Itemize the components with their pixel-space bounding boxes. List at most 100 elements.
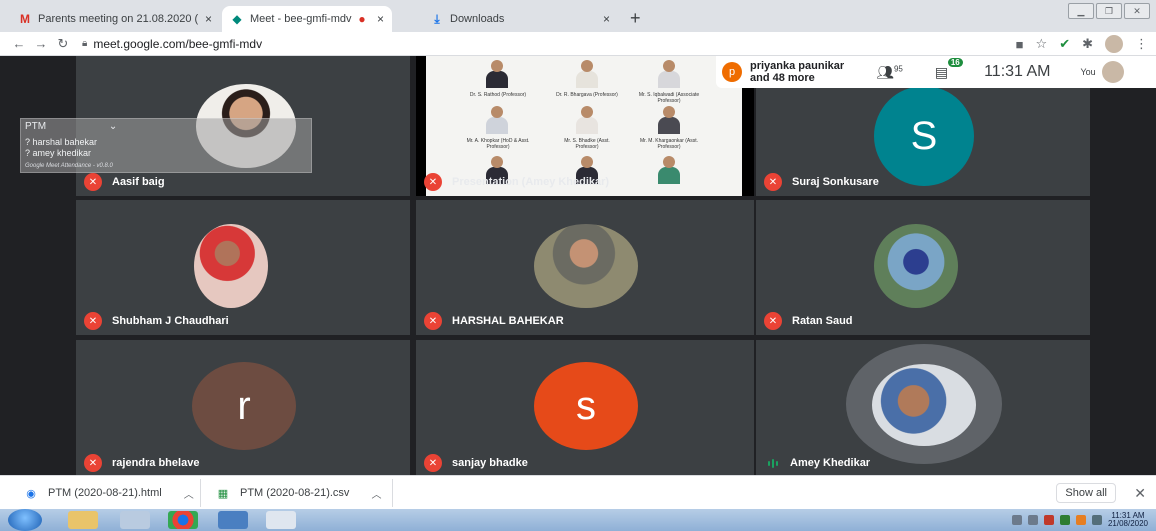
menu-dots-icon[interactable]: ⋮	[1135, 36, 1148, 52]
close-icon[interactable]: ×	[377, 12, 384, 26]
participant-tile[interactable]: r ✕ rajendra bhelave	[76, 340, 410, 475]
participant-tile[interactable]: ✕ Ratan Saud	[756, 200, 1090, 335]
chrome-file-icon: ◉	[26, 487, 36, 500]
taskbar-date: 21/08/2020	[1107, 519, 1148, 528]
participant-photo	[874, 224, 958, 308]
tray-icon[interactable]	[1075, 515, 1086, 525]
attendance-widget[interactable]: PTM ⌄ ? harshal bahekar ? amey khedikar …	[20, 118, 312, 173]
slide-photo	[576, 106, 598, 134]
window-close-icon[interactable]: ✕	[1124, 3, 1150, 19]
tray-icon[interactable]	[1059, 515, 1070, 525]
chevron-up-icon[interactable]: ︿	[184, 486, 194, 501]
attendance-header[interactable]: PTM ⌄	[25, 121, 117, 132]
start-button[interactable]	[8, 509, 42, 531]
mic-off-icon: ✕	[84, 312, 102, 330]
people-count: 95	[893, 63, 903, 73]
browser-toolbar: ← → ↻ 🔒︎ meet.google.com/bee-gmfi-mdv ■ …	[0, 32, 1156, 56]
chevron-up-icon[interactable]: ︿	[371, 486, 381, 501]
address-bar[interactable]: 🔒︎ meet.google.com/bee-gmfi-mdv	[82, 37, 262, 51]
summary-name: priyanka paunikar	[750, 60, 845, 72]
forward-icon[interactable]: →	[30, 36, 52, 51]
presentation-tile[interactable]: Dr. S. Rathod (Professor) Dr. R. Bhargav…	[416, 56, 754, 196]
close-icon[interactable]: ×	[205, 12, 212, 26]
word-icon[interactable]	[218, 511, 248, 529]
download-item[interactable]: ◉ PTM (2020-08-21).html ︿	[24, 483, 194, 503]
download-item[interactable]: ▦ PTM (2020-08-21).csv ︿	[216, 483, 382, 503]
close-icon[interactable]: ×	[603, 12, 610, 26]
chrome-icon[interactable]	[168, 511, 198, 529]
close-icon[interactable]: ✕	[1134, 485, 1146, 502]
participant-name-bar: ✕ Presentation (Amey Khedikar)	[424, 173, 609, 191]
flag-icon[interactable]	[1091, 515, 1102, 525]
tray-icon[interactable]	[1011, 515, 1022, 525]
participant-name: sanjay bhadke	[452, 457, 528, 469]
participant-photo	[534, 224, 638, 308]
summary-more: and 48 more	[750, 72, 815, 84]
file-explorer-icon[interactable]	[68, 511, 98, 529]
show-all-button[interactable]: Show all	[1056, 483, 1116, 503]
participant-name: Ratan Saud	[792, 315, 853, 327]
taskbar-clock[interactable]: 11:31 AM 21/08/2020	[1108, 512, 1148, 528]
participant-photo	[194, 224, 268, 308]
chat-icon: ▤	[934, 63, 949, 80]
participant-name: rajendra bhelave	[112, 457, 200, 469]
chat-button[interactable]: ▤ 16	[934, 57, 963, 81]
participant-tile[interactable]: Amey Khedikar	[756, 340, 1090, 475]
slide-photo	[576, 60, 598, 88]
profile-avatar[interactable]	[1105, 35, 1123, 53]
participant-photo	[872, 364, 976, 446]
lock-icon: 🔒︎	[82, 38, 88, 49]
tray-icon[interactable]	[1043, 515, 1054, 525]
toolbar-actions: ■ ☆ ✔ ✱ ⋮	[1016, 35, 1148, 53]
participant-name-bar: ✕ HARSHAL BAHEKAR	[424, 312, 564, 330]
paint-icon[interactable]	[266, 511, 296, 529]
tab-gmail[interactable]: M Parents meeting on 21.08.2020 ( ×	[10, 6, 220, 32]
participant-name-bar: ✕ sanjay bhadke	[424, 454, 528, 472]
attendance-name: ? amey khedikar	[25, 148, 92, 158]
new-tab-button[interactable]: +	[630, 8, 641, 29]
attendance-names: ? harshal bahekar ? amey khedikar	[25, 137, 97, 159]
extensions-puzzle-icon[interactable]: ✱	[1082, 36, 1093, 52]
participant-summary[interactable]: priyanka paunikar and 48 more	[750, 60, 844, 84]
self-avatar[interactable]	[1101, 61, 1124, 83]
slide-caption: Dr. S. Rathod (Professor)	[469, 92, 527, 98]
maximize-icon[interactable]: ❐	[1096, 3, 1122, 19]
reload-icon[interactable]: ↻	[52, 36, 74, 52]
url-text: meet.google.com/bee-gmfi-mdv	[93, 36, 263, 51]
slide-photo	[658, 156, 680, 184]
slide-caption: Mr. M. Khargaonkar (Asst. Professor)	[639, 138, 699, 150]
attendance-title: PTM	[25, 121, 47, 132]
chat-badge: 16	[947, 57, 963, 67]
participant-letter-avatar: r	[192, 362, 296, 450]
meeting-clock: 11:31 AM	[984, 63, 1051, 80]
slide-caption: Mr. S. Iqbalwadi (Associate Professor)	[638, 92, 700, 104]
speaking-indicator-icon	[764, 454, 782, 472]
tray-icon[interactable]	[1027, 515, 1038, 525]
participant-name: HARSHAL BAHEKAR	[452, 315, 564, 327]
divider	[392, 479, 393, 507]
participant-name: Shubham J Chaudhari	[112, 315, 229, 327]
tab-meet[interactable]: ◆ Meet - bee-gmfi-mdv ● ×	[222, 6, 392, 32]
chevron-down-icon[interactable]: ⌄	[109, 121, 117, 132]
mic-off-icon: ✕	[764, 312, 782, 330]
participant-tile[interactable]: s ✕ sanjay bhadke	[416, 340, 754, 475]
app-icon[interactable]	[120, 511, 150, 529]
participant-name-bar: ✕ Ratan Saud	[764, 312, 853, 330]
browser-tab-strip: M Parents meeting on 21.08.2020 ( × ◆ Me…	[0, 0, 1156, 32]
people-button[interactable]: 👥︎95	[876, 64, 903, 81]
bookmark-star-icon[interactable]: ☆	[1036, 36, 1048, 52]
mic-off-icon: ✕	[84, 454, 102, 472]
windows-taskbar: 11:31 AM 21/08/2020	[0, 509, 1156, 531]
download-filename: PTM (2020-08-21).html	[48, 487, 162, 499]
participant-tile[interactable]: ✕ Shubham J Chaudhari	[76, 200, 410, 335]
back-icon[interactable]: ←	[8, 36, 30, 51]
tab-downloads[interactable]: ⤓ Downloads ×	[422, 6, 618, 32]
participant-letter-avatar: s	[534, 362, 638, 450]
extension-check-icon[interactable]: ✔	[1059, 36, 1070, 52]
minimize-icon[interactable]: ▁	[1068, 3, 1094, 19]
camera-icon[interactable]: ■	[1016, 37, 1024, 52]
people-icon: 👥︎	[876, 63, 894, 80]
attendance-footer: Google Meet Attendance - v0.8.0	[25, 163, 113, 169]
participant-summary-avatar: p	[722, 62, 742, 82]
participant-tile[interactable]: ✕ HARSHAL BAHEKAR	[416, 200, 754, 335]
